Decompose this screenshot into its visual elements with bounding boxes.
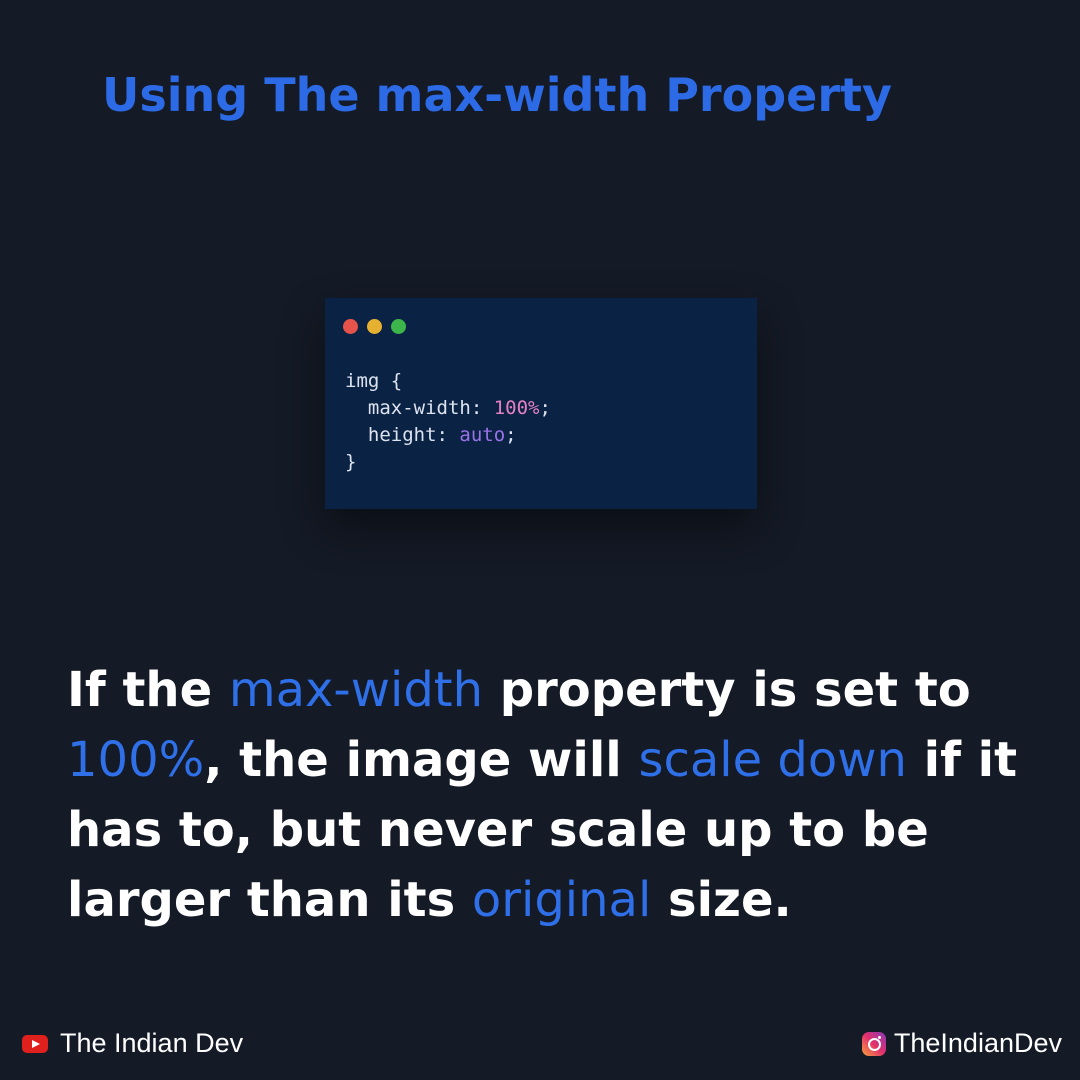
highlight-original: original [471,872,652,928]
code-line-max-width: max-width: 100%; [345,395,551,422]
body-text-segment: size. [651,872,792,928]
youtube-link[interactable]: The Indian Dev [22,1028,243,1059]
code-line-close: } [345,451,357,473]
youtube-channel-label: The Indian Dev [60,1028,244,1058]
close-dot-icon [343,319,358,334]
code-value: auto [459,424,506,446]
code-window: img { max-width: 100%; height: auto; } [325,298,757,509]
maximize-dot-icon [391,319,406,334]
code-line-height: height: auto; [345,422,551,449]
highlight-100-percent: 100% [67,732,205,788]
window-controls [343,319,406,334]
instagram-handle-label: TheIndianDev [893,1028,1062,1058]
code-property: height: [345,424,460,446]
instagram-link[interactable]: TheIndianDev [861,1028,1062,1059]
body-text-segment: If the [67,662,229,718]
code-value: 100% [493,397,540,419]
page-title: Using The max-width Property [102,68,892,122]
instagram-icon [861,1031,886,1056]
minimize-dot-icon [367,319,382,334]
code-semicolon: ; [505,424,517,446]
code-semicolon: ; [539,397,551,419]
code-block: img { max-width: 100%; height: auto; } [345,368,551,476]
explanation-text: If the max-width property is set to 100%… [67,655,1027,935]
highlight-scale-down: scale down [638,732,907,788]
code-line-selector: img { [345,370,403,392]
body-text-segment: property is set to [483,662,971,718]
highlight-max-width: max-width [228,662,484,718]
code-property: max-width: [345,397,494,419]
body-text-segment: , the image will [204,732,639,788]
youtube-icon [22,1034,48,1053]
